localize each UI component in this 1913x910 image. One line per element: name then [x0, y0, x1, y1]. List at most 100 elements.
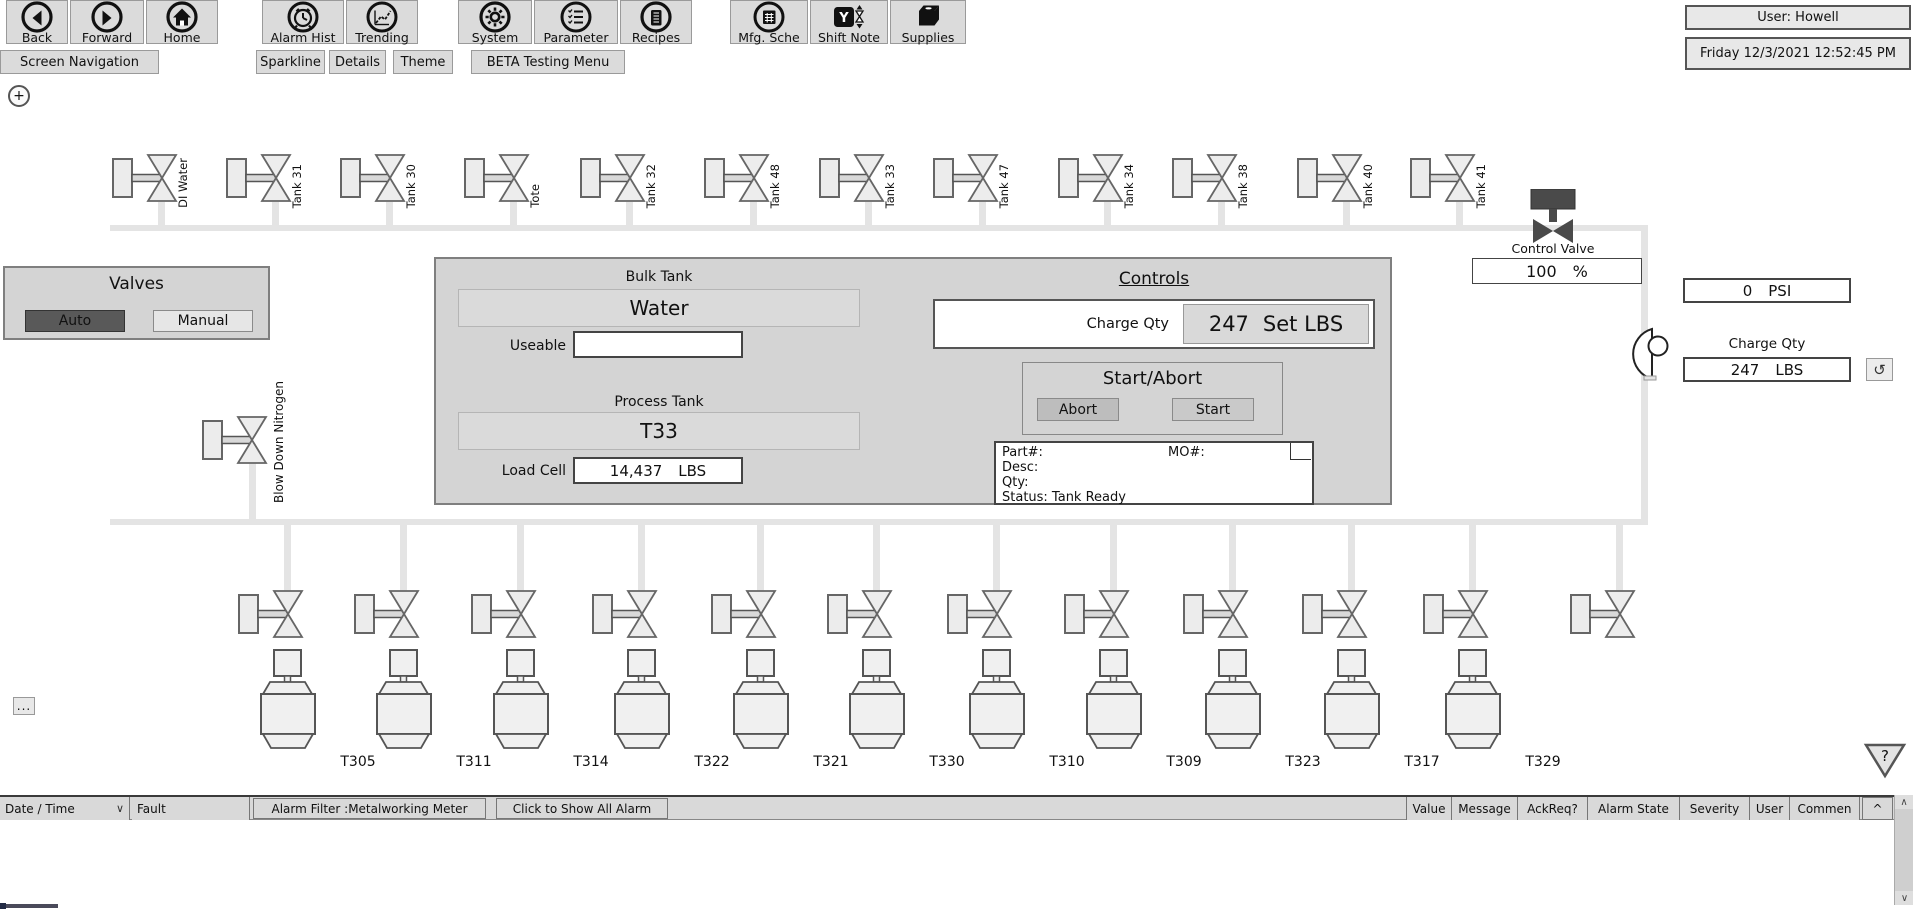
abort-label: Abort	[1059, 402, 1097, 418]
alarm-hscrollbar-thumb[interactable]	[0, 904, 58, 908]
toolbar-button-home[interactable]: Home	[146, 0, 218, 44]
alarm-collapse-button[interactable]: ^	[1862, 797, 1893, 820]
useable-input[interactable]	[573, 331, 743, 358]
scroll-down-icon[interactable]: ∨	[1895, 891, 1913, 905]
user-box[interactable]: User: Howell	[1685, 5, 1911, 30]
toolbar-button-system[interactable]: System	[458, 0, 532, 44]
description-label: Desc:	[1002, 460, 1312, 475]
scroll-up-icon[interactable]: ∧	[1895, 795, 1913, 809]
tank-t314[interactable]: T314	[486, 648, 556, 772]
tab-details[interactable]: Details	[329, 50, 386, 74]
alarm-col-ackreq-[interactable]: AckReq?	[1518, 797, 1588, 820]
charge-set-unit: Set LBS	[1263, 312, 1343, 336]
control-valve-symbol[interactable]	[1521, 189, 1585, 245]
bottom-valve-t305[interactable]	[236, 582, 326, 646]
toolbar-button-mfg-sche[interactable]: Mfg. Sche	[730, 0, 808, 44]
chevron-down-icon[interactable]: ∨	[116, 802, 124, 815]
tank-symbol	[842, 737, 912, 756]
alarm-col-value[interactable]: Value	[1406, 797, 1452, 820]
screen-navigation-bar[interactable]: Screen Navigation	[0, 50, 159, 74]
top-valve-tank-38[interactable]: Tank 38	[1170, 146, 1280, 210]
abort-button[interactable]: Abort	[1037, 398, 1119, 421]
toolbar-button-supplies[interactable]: Supplies	[890, 0, 966, 44]
top-valve-tank-31[interactable]: Tank 31	[224, 146, 334, 210]
toolbar-button-parameter[interactable]: Parameter	[534, 0, 618, 44]
bottom-valve-t311[interactable]	[352, 582, 442, 646]
top-valve-di-water[interactable]: DI Water	[110, 146, 220, 210]
show-all-alarms-button[interactable]: Click to Show All Alarm	[496, 798, 668, 819]
charge-setpoint-box[interactable]: 247 Set LBS	[1183, 304, 1369, 344]
quantity-label: Qty:	[1002, 475, 1312, 490]
tank-t321[interactable]: T321	[726, 648, 796, 772]
tank-symbol	[607, 737, 677, 756]
bottom-valve-t309[interactable]	[1062, 582, 1152, 646]
help-button[interactable]: ?	[1863, 742, 1907, 780]
alarm-col-date-time[interactable]: Date / Time ∨	[0, 797, 130, 820]
bottom-valve-t322[interactable]	[590, 582, 680, 646]
tank-t305[interactable]: T305	[253, 648, 323, 772]
toolbar-button-shift-note[interactable]: YShift Note	[810, 0, 888, 44]
tab-theme[interactable]: Theme	[393, 50, 453, 74]
zoom-in-button[interactable]: +	[8, 85, 30, 107]
top-valve-tank-47[interactable]: Tank 47	[931, 146, 1041, 210]
tank-t323[interactable]: T323	[1198, 648, 1268, 772]
top-valve-label: Tote	[528, 184, 542, 208]
top-valve-label: Tank 32	[644, 164, 658, 208]
top-valve-tank-48[interactable]: Tank 48	[702, 146, 812, 210]
toolbar-button-back[interactable]: Back	[6, 0, 68, 44]
more-button[interactable]: ...	[13, 697, 35, 715]
tank-symbol	[726, 737, 796, 756]
tank-t317[interactable]: T317	[1317, 648, 1387, 772]
bottom-valve-t314[interactable]	[469, 582, 559, 646]
pressure-box: 0 PSI	[1683, 278, 1851, 303]
toolbar-button-forward[interactable]: Forward	[70, 0, 144, 44]
top-valve-tank-32[interactable]: Tank 32	[578, 146, 688, 210]
alarm-col-message[interactable]: Message	[1452, 797, 1518, 820]
tank-t311[interactable]: T311	[369, 648, 439, 772]
tab-sparkline[interactable]: Sparkline	[256, 50, 325, 74]
tank-t322[interactable]: T322	[607, 648, 677, 772]
bottom-valve-t329[interactable]	[1421, 582, 1511, 646]
toolbar: BackForwardHome Alarm HistTrending SystemP…	[0, 0, 1400, 44]
top-valve-tank-34[interactable]: Tank 34	[1056, 146, 1166, 210]
top-valve-tank-33[interactable]: Tank 33	[817, 146, 927, 210]
toolbar-button-recipes[interactable]: Recipes	[620, 0, 692, 44]
alarm-vscrollbar[interactable]: ∧ ∨	[1894, 795, 1913, 905]
bottom-valve-t317[interactable]	[1300, 582, 1390, 646]
bottom-valve-spare[interactable]	[1568, 582, 1658, 646]
toolbar-button-trending[interactable]: Trending	[346, 0, 418, 44]
start-button[interactable]: Start	[1172, 398, 1254, 421]
tank-t310[interactable]: T310	[962, 648, 1032, 772]
top-valve-tank-40[interactable]: Tank 40	[1295, 146, 1405, 210]
bottom-valve-t323[interactable]	[1181, 582, 1271, 646]
top-valve-tote[interactable]: Tote	[462, 146, 572, 210]
tank-t329[interactable]: T329	[1438, 648, 1508, 772]
bottom-valve-t330[interactable]	[825, 582, 915, 646]
tab-beta-testing-menu[interactable]: BETA Testing Menu	[471, 50, 625, 74]
control-valve-output-box[interactable]: 100 %	[1472, 258, 1642, 284]
charge-history-button[interactable]: ↺	[1866, 358, 1893, 381]
alarm-col-alarm-state[interactable]: Alarm State	[1588, 797, 1680, 820]
trending-icon	[365, 3, 399, 31]
valves-mode-panel: Valves Auto Manual	[3, 266, 270, 340]
alarm-filter-button[interactable]: Alarm Filter :Metalworking Meter	[253, 798, 486, 819]
valves-manual-button[interactable]: Manual	[153, 310, 253, 332]
plus-icon: +	[13, 88, 25, 104]
alarm-col-fault[interactable]: Fault	[132, 797, 250, 820]
toolbar-tabs: Screen Navigation SparklineDetails Theme B…	[0, 50, 1400, 74]
alarm-col-user[interactable]: User	[1750, 797, 1790, 820]
toolbar-button-alarm-hist[interactable]: Alarm Hist	[262, 0, 344, 44]
valves-panel-title: Valves	[5, 274, 268, 294]
tank-t309[interactable]: T309	[1079, 648, 1149, 772]
bottom-valve-t321[interactable]	[709, 582, 799, 646]
charge-qty-box: 247 LBS	[1683, 357, 1851, 382]
tank-label: T329	[1508, 754, 1578, 770]
top-valve-tank-41[interactable]: Tank 41	[1408, 146, 1518, 210]
top-valve-label: DI Water	[176, 158, 190, 208]
bottom-valve-t310[interactable]	[945, 582, 1035, 646]
valves-auto-button[interactable]: Auto	[25, 310, 125, 332]
alarm-col-severity[interactable]: Severity	[1680, 797, 1750, 820]
top-valve-tank-30[interactable]: Tank 30	[338, 146, 448, 210]
alarm-col-commen[interactable]: Commen	[1790, 797, 1860, 820]
tank-t330[interactable]: T330	[842, 648, 912, 772]
